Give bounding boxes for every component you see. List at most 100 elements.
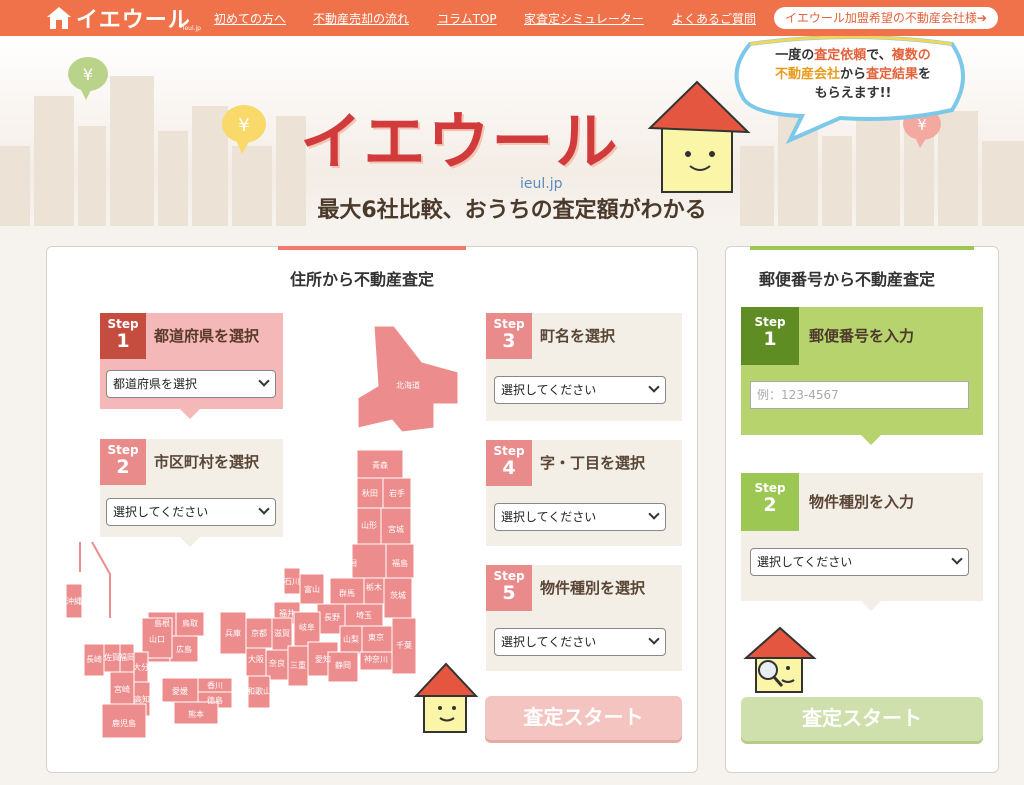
svg-text:岡山: 岡山 bbox=[202, 644, 218, 654]
hero: ¥ ¥ ¥ 一度の査定依頼で、複数の 不動産会社から査定結果を もらえます!! … bbox=[0, 36, 1024, 232]
svg-text:神奈川: 神奈川 bbox=[364, 654, 388, 664]
step-label: 物件種別を選択 bbox=[540, 579, 646, 597]
step-label: 町名を選択 bbox=[540, 327, 616, 345]
step-pointer bbox=[861, 601, 881, 611]
zip-property-type-select[interactable]: 選択してください bbox=[750, 548, 969, 576]
svg-text:群馬: 群馬 bbox=[339, 588, 355, 598]
svg-text:愛媛: 愛媛 bbox=[172, 686, 188, 696]
svg-text:三重: 三重 bbox=[290, 660, 306, 670]
svg-text:静岡: 静岡 bbox=[335, 660, 351, 670]
nav-faq[interactable]: よくあるご質問 bbox=[672, 10, 756, 27]
chevron-down-icon bbox=[648, 633, 660, 645]
top-nav: イエウール ieul.jp 初めての方へ 不動産売却の流れ コラムTOP 家査定… bbox=[0, 0, 1024, 36]
svg-text:岐阜: 岐阜 bbox=[299, 622, 315, 632]
svg-text:福島: 福島 bbox=[392, 558, 408, 568]
svg-text:熊本: 熊本 bbox=[188, 709, 204, 719]
nav-simulator[interactable]: 家査定シミュレーター bbox=[524, 10, 644, 27]
svg-text:千葉: 千葉 bbox=[396, 640, 412, 650]
svg-text:佐賀: 佐賀 bbox=[104, 652, 120, 662]
zip-step2: Step 2 物件種別を入力 bbox=[741, 473, 983, 601]
prefecture-select[interactable]: 都道府県を選択 bbox=[106, 370, 276, 398]
svg-text:新潟: 新潟 bbox=[341, 558, 357, 568]
start-button-address[interactable]: 査定スタート bbox=[485, 696, 682, 740]
svg-text:長崎: 長崎 bbox=[86, 654, 102, 664]
svg-text:茨城: 茨城 bbox=[390, 590, 406, 600]
svg-text:福井: 福井 bbox=[279, 608, 295, 618]
svg-text:沖縄: 沖縄 bbox=[66, 596, 82, 606]
zip-panel-title: 郵便番号から不動産査定 bbox=[759, 270, 936, 289]
svg-text:¥: ¥ bbox=[83, 65, 93, 84]
step-label: 字・丁目を選択 bbox=[540, 454, 646, 472]
svg-text:兵庫: 兵庫 bbox=[225, 628, 241, 638]
house-logo-icon bbox=[47, 7, 71, 29]
svg-text:埼玉: 埼玉 bbox=[356, 610, 372, 620]
block-select[interactable]: 選択してください bbox=[494, 503, 666, 531]
svg-text:山梨: 山梨 bbox=[343, 634, 359, 644]
mascot-house-small bbox=[413, 662, 479, 733]
nav-sale-flow[interactable]: 不動産売却の流れ bbox=[313, 10, 409, 27]
brand-logo-text: イエウール bbox=[300, 105, 620, 178]
step-badge: Step 4 bbox=[486, 440, 532, 486]
step-badge: Step 2 bbox=[100, 439, 146, 485]
step-badge: Step 5 bbox=[486, 565, 532, 611]
step3-town: Step 3 町名を選択 bbox=[486, 313, 682, 421]
panel-accent-bar bbox=[278, 246, 466, 250]
start-button-zip[interactable]: 査定スタート bbox=[741, 697, 983, 741]
svg-text:北海道: 北海道 bbox=[396, 380, 420, 390]
address-panel-title: 住所から不動産査定 bbox=[290, 270, 435, 289]
logo-sub: ieul.jp bbox=[182, 25, 201, 32]
svg-text:愛知: 愛知 bbox=[315, 654, 331, 664]
city-select[interactable]: 選択してください bbox=[106, 498, 276, 526]
partner-button[interactable]: イエウール加盟希望の不動産会社様➔ bbox=[774, 7, 998, 29]
nav-first-time[interactable]: 初めての方へ bbox=[214, 10, 286, 27]
svg-text:奈良: 奈良 bbox=[269, 658, 285, 668]
property-type-select[interactable]: 選択してください bbox=[494, 628, 666, 656]
svg-text:滋賀: 滋賀 bbox=[274, 628, 290, 638]
zip-input[interactable]: 例：123-4567 bbox=[750, 381, 969, 409]
step-badge: Step 3 bbox=[486, 313, 532, 359]
tagline: 最大6社比較、おうちの査定額がわかる bbox=[317, 198, 707, 223]
chevron-down-icon bbox=[951, 553, 963, 565]
svg-text:鹿児島: 鹿児島 bbox=[112, 718, 136, 728]
svg-text:岩手: 岩手 bbox=[389, 488, 405, 498]
step-pointer bbox=[180, 537, 200, 547]
town-select[interactable]: 選択してください bbox=[494, 376, 666, 404]
svg-text:山形: 山形 bbox=[361, 520, 377, 530]
svg-text:富山: 富山 bbox=[304, 584, 320, 594]
yen-bubble-icon: ¥ bbox=[68, 57, 108, 100]
mascot-house-magnifier bbox=[743, 626, 817, 693]
step-pointer bbox=[861, 435, 881, 445]
step-badge: Step 1 bbox=[741, 307, 799, 365]
svg-text:長野: 長野 bbox=[324, 613, 340, 622]
step-label: 都道府県を選択 bbox=[154, 327, 260, 345]
svg-text:京都: 京都 bbox=[251, 628, 267, 638]
svg-text:¥: ¥ bbox=[238, 115, 249, 136]
svg-text:石川: 石川 bbox=[284, 577, 300, 586]
svg-text:宮崎: 宮崎 bbox=[114, 684, 130, 694]
step-pointer bbox=[180, 409, 200, 419]
logo-text: イエウール bbox=[76, 8, 191, 33]
bubble-text: 一度の査定依頼で、複数の 不動産会社から査定結果を もらえます!! bbox=[774, 48, 932, 101]
svg-text:島根: 島根 bbox=[154, 618, 170, 628]
chevron-down-icon bbox=[258, 375, 270, 387]
svg-text:大分: 大分 bbox=[133, 662, 149, 672]
svg-text:高知: 高知 bbox=[134, 694, 150, 704]
svg-text:宮城: 宮城 bbox=[388, 524, 404, 534]
chevron-down-icon bbox=[258, 503, 270, 515]
svg-text:東京: 東京 bbox=[368, 632, 384, 642]
svg-text:青森: 青森 bbox=[372, 460, 388, 470]
nav-column-top[interactable]: コラムTOP bbox=[437, 10, 497, 27]
step-label: 市区町村を選択 bbox=[154, 453, 260, 471]
chevron-down-icon bbox=[648, 508, 660, 520]
svg-text:香川: 香川 bbox=[207, 680, 223, 690]
zip-step1: Step 1 郵便番号を入力 bbox=[741, 307, 983, 435]
site-logo[interactable]: イエウール ieul.jp bbox=[46, 2, 201, 34]
svg-text:山口: 山口 bbox=[149, 634, 165, 644]
svg-text:福岡: 福岡 bbox=[119, 653, 135, 662]
step-label: 物件種別を入力 bbox=[809, 493, 915, 511]
step-badge: Step 1 bbox=[100, 313, 146, 359]
svg-text:秋田: 秋田 bbox=[362, 488, 378, 498]
svg-text:鳥取: 鳥取 bbox=[182, 618, 198, 628]
svg-text:大阪: 大阪 bbox=[248, 654, 264, 664]
svg-text:和歌山: 和歌山 bbox=[247, 686, 271, 696]
